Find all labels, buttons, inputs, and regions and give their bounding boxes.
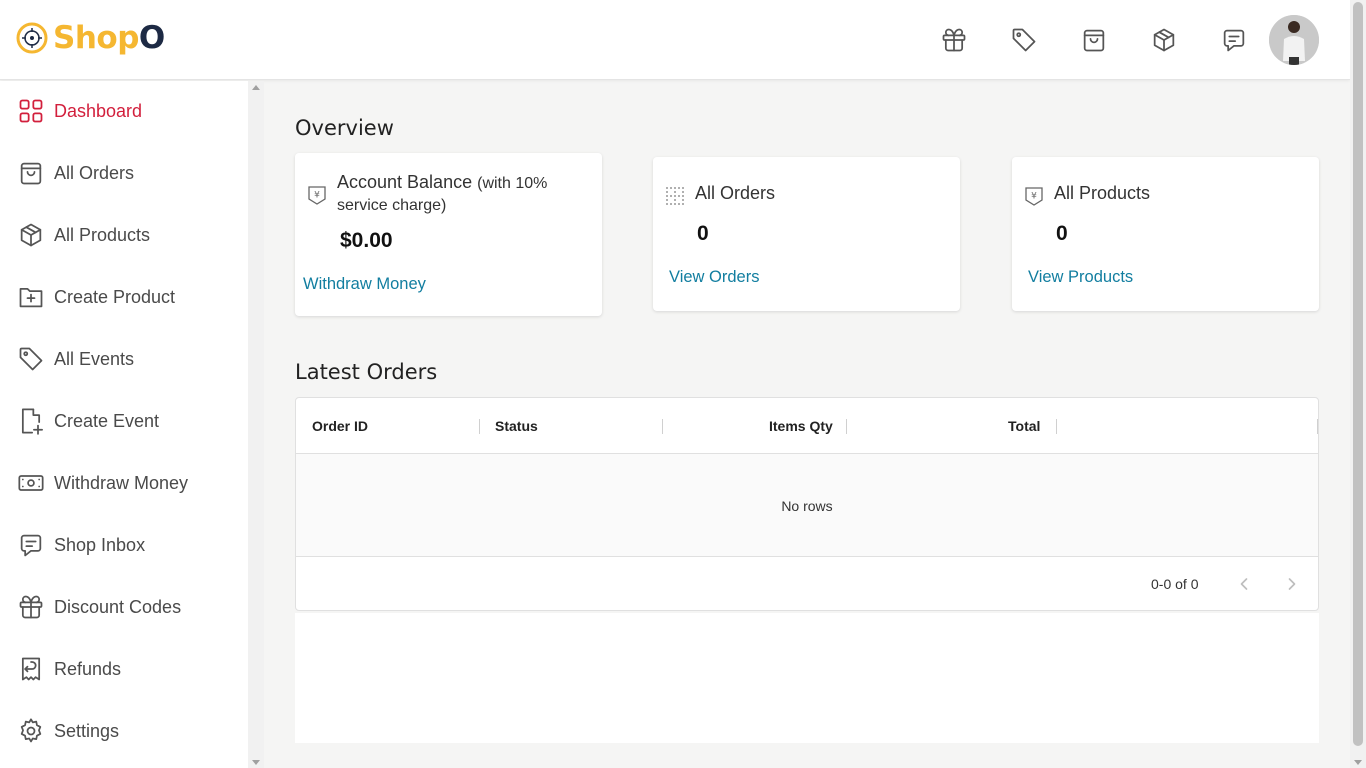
account-balance-card: ¥ Account Balance (with 10% service char… [295, 153, 602, 316]
money-bag-icon: ¥ [1025, 187, 1043, 206]
dashboard-icon [19, 99, 43, 123]
sidebar-item-create-event[interactable]: Create Event [17, 405, 159, 437]
file-plus-icon [21, 408, 43, 435]
view-orders-link[interactable]: View Orders [669, 268, 759, 287]
sidebar-item-all-events[interactable]: All Events [17, 343, 134, 375]
logo-text-shop: Shop [53, 20, 139, 56]
no-rows-message: No rows [781, 498, 833, 514]
dotted-grid-icon [666, 187, 684, 205]
sidebar-item-label: Withdraw Money [54, 472, 189, 493]
scroll-down-icon[interactable] [252, 760, 260, 765]
table-footer-divider [296, 556, 1318, 557]
avatar[interactable] [1269, 15, 1319, 65]
column-separator[interactable] [1317, 419, 1318, 434]
shopo-logo[interactable]: ShopO [15, 20, 165, 56]
avatar-image [1269, 15, 1319, 65]
svg-text:¥: ¥ [314, 191, 320, 201]
svg-text:¥: ¥ [1031, 192, 1037, 202]
logo-text: ShopO [53, 20, 165, 56]
chevron-right-icon [1288, 578, 1296, 590]
sidebar-item-create-product[interactable]: Create Product [17, 281, 175, 313]
message-icon [20, 534, 42, 557]
account-balance-title: Account Balance (with 10% service charge… [337, 172, 590, 216]
column-header-total[interactable]: Total [1008, 418, 1040, 434]
sidebar-item-withdraw-money[interactable]: Withdraw Money [17, 467, 188, 499]
scroll-up-icon[interactable] [252, 85, 260, 90]
account-balance-header: ¥ Account Balance (with 10% service char… [305, 172, 590, 216]
sidebar-item-discount-codes[interactable]: Discount Codes [17, 591, 181, 623]
logo-target-icon [16, 22, 48, 54]
all-orders-value: 0 [697, 222, 709, 245]
sidebar-item-label: All Events [54, 348, 135, 369]
withdraw-money-link[interactable]: Withdraw Money [303, 275, 426, 294]
column-separator[interactable] [479, 419, 480, 434]
money-bag-icon: ¥ [308, 186, 326, 205]
pagination-info: 0-0 of 0 [1151, 576, 1199, 592]
sidebar-item-label: Dashboard [54, 100, 143, 121]
shopping-bag-icon [20, 162, 42, 185]
sidebar: Dashboard All Orders All Products Create… [0, 81, 248, 768]
account-balance-label: Account Balance [337, 172, 473, 192]
all-products-value: 0 [1056, 222, 1068, 245]
sidebar-item-label: Shop Inbox [54, 534, 146, 555]
gift-icon [19, 595, 43, 619]
column-separator[interactable] [662, 419, 663, 434]
sidebar-item-label: All Orders [54, 162, 135, 183]
sidebar-item-all-products[interactable]: All Products [17, 219, 150, 251]
overview-title: Overview [295, 116, 394, 140]
sidebar-item-label: Refunds [54, 658, 122, 679]
sidebar-item-label: Create Product [54, 286, 176, 307]
latest-orders-title: Latest Orders [295, 360, 438, 384]
tag-icon[interactable] [1010, 24, 1038, 56]
page-scrollbar[interactable] [1350, 0, 1366, 768]
all-products-card: ¥ All Products 0 View Products [1012, 157, 1319, 311]
view-products-link[interactable]: View Products [1028, 268, 1133, 287]
message-icon[interactable] [1220, 24, 1248, 56]
scrollbar-thumb[interactable] [1353, 2, 1363, 746]
top-header: ShopO [0, 0, 1350, 80]
sidebar-item-shop-inbox[interactable]: Shop Inbox [17, 529, 145, 561]
account-balance-value: $0.00 [340, 229, 393, 252]
column-header-status[interactable]: Status [495, 418, 538, 434]
sidebar-item-label: Discount Codes [54, 596, 182, 617]
sidebar-scrollbar[interactable] [248, 81, 264, 768]
all-products-header: ¥ All Products [1022, 181, 1150, 208]
shopping-bag-icon[interactable] [1080, 24, 1108, 56]
package-icon [20, 223, 42, 247]
sidebar-item-label: Create Event [54, 410, 160, 431]
content-panel [295, 613, 1319, 743]
gear-icon [20, 718, 42, 743]
column-header-items-qty[interactable]: Items Qty [769, 418, 833, 434]
tag-icon [19, 347, 43, 371]
package-icon[interactable] [1150, 24, 1178, 56]
next-page-button[interactable] [1280, 572, 1304, 596]
all-orders-header: All Orders [663, 181, 775, 208]
folder-plus-icon [19, 287, 43, 308]
cash-icon [18, 475, 44, 491]
column-separator[interactable] [846, 419, 847, 434]
refund-icon [21, 657, 41, 681]
sidebar-item-label: Settings [54, 720, 120, 741]
sidebar-item-label: All Products [54, 224, 151, 245]
gift-icon[interactable] [940, 24, 968, 56]
scroll-down-icon[interactable] [1354, 760, 1362, 765]
column-separator[interactable] [1056, 419, 1057, 434]
all-products-title: All Products [1054, 183, 1151, 203]
chevron-left-icon [1240, 578, 1248, 590]
sidebar-item-refunds[interactable]: Refunds [17, 653, 121, 685]
latest-orders-table: Order ID Status Items Qty Total No rows … [295, 397, 1319, 611]
sidebar-item-settings[interactable]: Settings [17, 715, 119, 747]
sidebar-item-dashboard[interactable]: Dashboard [17, 95, 142, 127]
all-orders-title: All Orders [695, 183, 776, 203]
sidebar-item-all-orders[interactable]: All Orders [17, 157, 134, 189]
column-header-order-id[interactable]: Order ID [312, 418, 368, 434]
all-orders-card: All Orders 0 View Orders [653, 157, 960, 311]
previous-page-button[interactable] [1232, 572, 1256, 596]
logo-text-o: O [138, 20, 165, 56]
